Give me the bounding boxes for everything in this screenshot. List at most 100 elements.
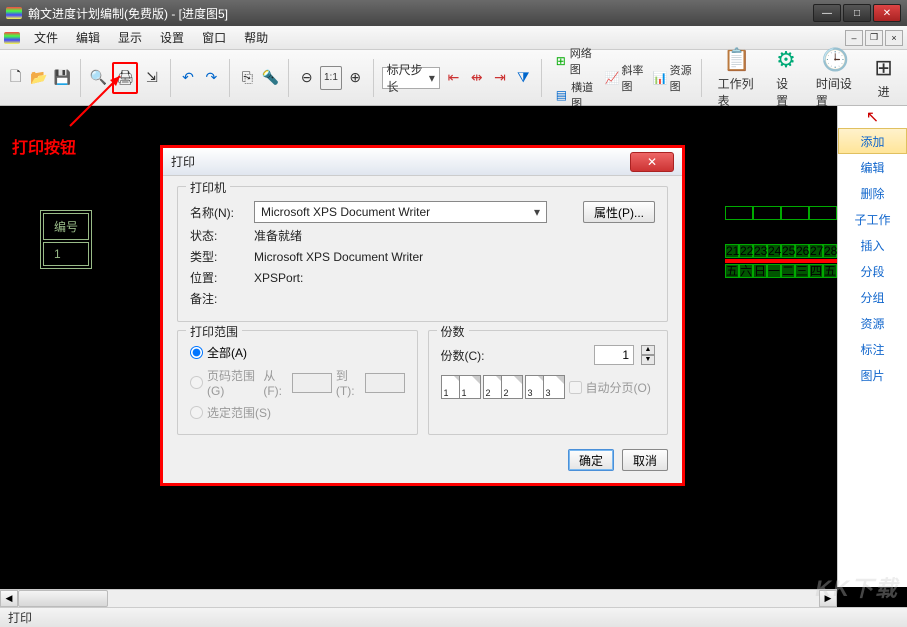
window-titlebar: 翰文进度计划编制(免费版) - [进度图5] — □ ✕ [0,0,907,26]
status-label: 状态: [190,227,246,244]
spin-down[interactable]: ▼ [641,355,655,365]
menu-window[interactable]: 窗口 [194,26,234,49]
printer-group: 打印机 名称(N): Microsoft XPS Document Writer… [177,186,668,322]
zoom-in-icon[interactable]: ⊕ [346,66,365,90]
range-pages-label: 页码范围(G) [207,367,259,398]
cancel-button[interactable]: 取消 [622,449,668,471]
sidebar-group[interactable]: 分组 [838,284,907,310]
align-right-icon[interactable]: ⇥ [490,66,509,90]
sidebar-segment[interactable]: 分段 [838,258,907,284]
ok-button[interactable]: 确定 [568,449,614,471]
zoom-reset-icon[interactable]: 1:1 [320,66,341,90]
export-icon[interactable]: ⇲ [142,66,161,90]
scroll-track[interactable] [18,590,819,607]
printer-select[interactable]: Microsoft XPS Document Writer [254,201,547,223]
copies-spinner[interactable]: ▲▼ [641,345,655,365]
close-button[interactable]: ✕ [873,4,901,22]
mdi-restore[interactable]: ❐ [865,30,883,46]
sidebar-resource[interactable]: 资源 [838,310,907,336]
mdi-minimize[interactable]: – [845,30,863,46]
radio-sel [190,406,203,419]
mdi-close[interactable]: × [885,30,903,46]
sidebar-image[interactable]: 图片 [838,362,907,388]
copies-input[interactable] [594,345,634,365]
scroll-left-button[interactable]: ◀ [0,590,18,607]
spin-up[interactable]: ▲ [641,345,655,355]
ruler-cell: 27 [809,244,823,258]
progress-button[interactable]: ⊞进 [866,55,900,100]
menu-help[interactable]: 帮助 [236,26,276,49]
collate-label: 自动分页(O) [586,379,651,396]
range-all-radio[interactable]: 全部(A) [190,344,247,361]
sidebar-subtask[interactable]: 子工作 [838,206,907,232]
time-settings-label: 时间设置 [816,75,855,109]
align-left-icon[interactable]: ⇤ [444,66,463,90]
slope-label[interactable]: 斜率图 [622,62,645,94]
printer-legend: 打印机 [186,179,230,196]
menu-edit[interactable]: 编辑 [68,26,108,49]
net-label[interactable]: 网络图 [570,45,595,77]
ruler-cell: 24 [767,244,781,258]
sidebar-annotate[interactable]: 标注 [838,336,907,362]
range-selection-radio[interactable]: 选定范围(S) [190,404,271,421]
zoom-out-icon[interactable]: ⊖ [297,66,316,90]
sidebar-delete[interactable]: 删除 [838,180,907,206]
separator [288,59,289,97]
time-settings-button[interactable]: 🕒时间设置 [808,47,863,109]
print-dialog: 打印 ✕ 打印机 名称(N): Microsoft XPS Document W… [160,145,685,486]
scroll-thumb[interactable] [18,590,108,607]
net-icon: ⊞ [556,54,566,68]
range-legend: 打印范围 [186,323,242,340]
scale-combo[interactable]: 标尺步长 [382,67,440,89]
scale-combo-label: 标尺步长 [387,61,423,95]
range-sel-label: 选定范围(S) [207,404,271,421]
collate-checkbox[interactable]: 自动分页(O) [569,379,651,396]
find-icon[interactable]: 🔦 [261,66,280,90]
app-icon [6,7,22,19]
ruler-cell: 26 [795,244,809,258]
range-pages-radio[interactable]: 页码范围(G) 从(F): 到(T): [190,367,405,398]
pointer-icon[interactable]: ↖ [838,106,907,128]
maximize-button[interactable]: □ [843,4,871,22]
copy-icon[interactable]: ⎘ [238,66,257,90]
menu-view[interactable]: 显示 [110,26,150,49]
dialog-titlebar[interactable]: 打印 ✕ [163,148,682,176]
bg-red-bar [725,259,837,263]
from-label: 从(F): [263,367,288,398]
ruler-cell: 三 [795,264,809,278]
ruler-cell: 五 [725,264,739,278]
sidebar-insert[interactable]: 插入 [838,232,907,258]
redo-icon[interactable]: ↷ [202,66,221,90]
worklist-label: 工作列表 [718,75,757,109]
settings-label: 设置 [776,75,796,109]
ruler-cell: 一 [767,264,781,278]
resource-label[interactable]: 资源图 [670,62,693,94]
separator [373,59,374,97]
to-input [365,373,405,393]
bar-icon: ▤ [556,88,567,102]
new-icon[interactable]: 🗋 [6,66,25,90]
slope-icon: 📈 [605,71,620,85]
filter-icon[interactable]: ⧩ [514,66,533,90]
properties-button[interactable]: 属性(P)... [583,201,655,223]
collate-icon: 1 1 2 2 3 3 [441,375,561,399]
open-icon[interactable]: 📂 [29,66,48,90]
where-value: XPSPort: [254,271,303,285]
dialog-close-button[interactable]: ✕ [630,152,674,172]
ruler-cell: 18 [781,206,809,220]
settings-button[interactable]: ⚙设置 [768,47,804,109]
minimize-button[interactable]: — [813,4,841,22]
bg-ruler: 15 16 18 28 21 22 23 24 25 26 27 28 五 六 … [725,206,837,278]
bg-col-header: 编号 [43,213,89,240]
sidebar-edit[interactable]: 编辑 [838,154,907,180]
watermark: KK下载 [815,571,899,603]
menu-settings[interactable]: 设置 [152,26,192,49]
worklist-button[interactable]: 📋工作列表 [710,47,765,109]
radio-all[interactable] [190,346,203,359]
h-scrollbar[interactable]: ◀ ▶ [0,589,837,607]
menu-file[interactable]: 文件 [26,26,66,49]
align-center-icon[interactable]: ⇹ [467,66,486,90]
sidebar-add[interactable]: 添加 [838,128,907,154]
undo-icon[interactable]: ↶ [178,66,197,90]
type-label: 类型: [190,248,246,265]
